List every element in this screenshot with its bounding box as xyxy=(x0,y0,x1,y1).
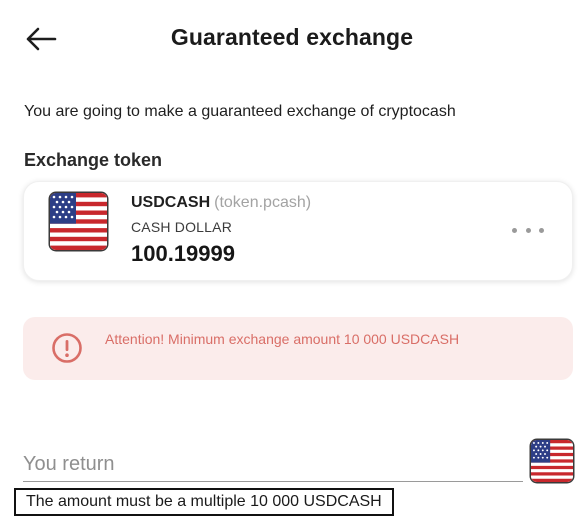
token-balance: 100.19999 xyxy=(131,241,235,266)
exchange-token-card[interactable]: USDCASH (token.pcash) CASH DOLLAR 100.199… xyxy=(23,181,573,281)
token-name: CASH DOLLAR xyxy=(131,219,233,235)
us-flag-icon xyxy=(50,193,107,250)
more-horizontal-icon xyxy=(512,227,517,233)
minimum-amount-alert: Attention! Minimum exchange amount 10 00… xyxy=(23,317,573,380)
page-title: Guaranteed exchange xyxy=(170,24,414,50)
more-options-button[interactable] xyxy=(512,222,544,238)
return-amount-input[interactable] xyxy=(23,448,523,480)
token-symbol-text: USDCASH xyxy=(131,194,211,211)
intro-text: You are going to make a guaranteed excha… xyxy=(24,103,456,120)
token-symbol: USDCASH (token.pcash) xyxy=(131,194,311,212)
exclamation-circle-icon xyxy=(52,333,82,363)
more-horizontal-icon xyxy=(539,227,544,233)
alert-text: Attention! Minimum exchange amount 10 00… xyxy=(105,331,460,347)
exchange-token-label: Exchange token xyxy=(24,150,163,170)
amount-hint: The amount must be a multiple 10 000 USD… xyxy=(14,488,394,516)
more-horizontal-icon xyxy=(525,227,531,233)
input-underline xyxy=(23,481,523,482)
us-flag-icon[interactable] xyxy=(531,440,573,482)
token-id: (token.pcash) xyxy=(214,194,312,211)
